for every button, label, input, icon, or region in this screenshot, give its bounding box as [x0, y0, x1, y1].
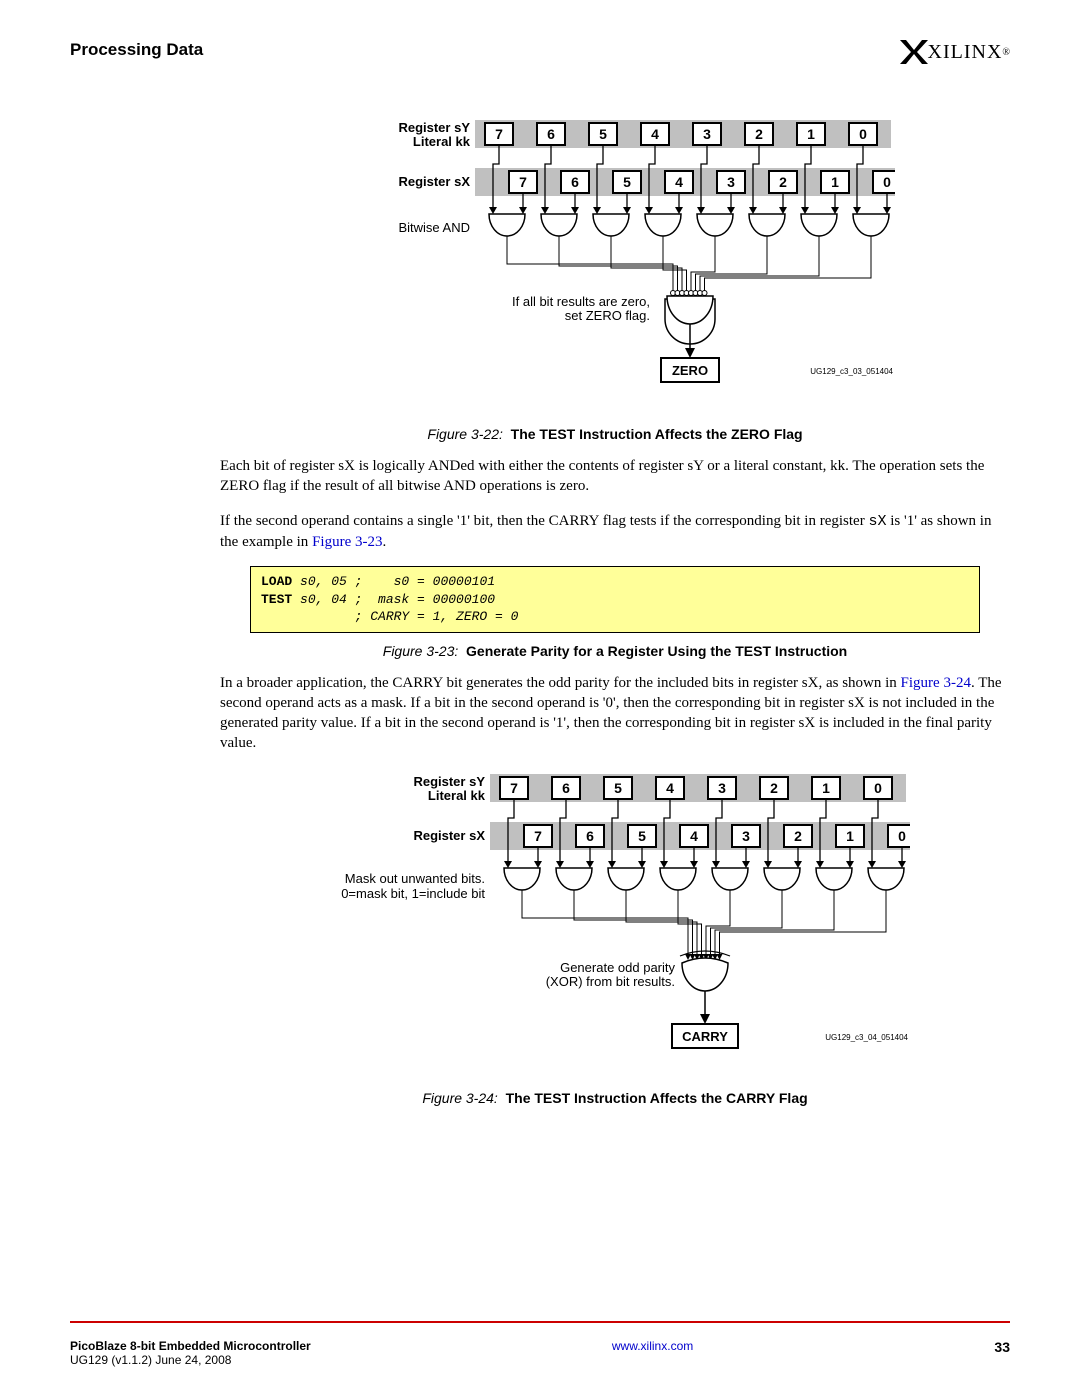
svg-text:5: 5 [599, 126, 607, 142]
paragraph-3: In a broader application, the CARRY bit … [220, 673, 1010, 754]
figure-3-24-caption: Figure 3-24: The TEST Instruction Affect… [220, 1090, 1010, 1106]
svg-text:3: 3 [718, 780, 726, 796]
svg-text:0: 0 [874, 780, 882, 796]
svg-text:5: 5 [623, 174, 631, 190]
document-page: Processing Data XILINX® 7 6 5 4 3 2 1 0 Registe… [0, 0, 1080, 1397]
xilinx-logo-icon [900, 40, 928, 64]
svg-text:If all bit results are zero,: If all bit results are zero, [512, 294, 650, 309]
figure-number: Figure 3-24: [422, 1090, 497, 1106]
svg-text:Generate odd parity: Generate odd parity [560, 960, 675, 975]
svg-text:0: 0 [859, 126, 867, 142]
paragraph-2: If the second operand contains a single … [220, 511, 1010, 553]
svg-text:3: 3 [703, 126, 711, 142]
svg-text:Literal kk: Literal kk [428, 788, 486, 803]
svg-text:Bitwise AND: Bitwise AND [398, 220, 470, 235]
svg-text:4: 4 [690, 828, 698, 844]
svg-text:Register sX: Register sX [398, 174, 470, 189]
svg-text:5: 5 [614, 780, 622, 796]
svg-text:4: 4 [666, 780, 674, 796]
figure-link-3-24[interactable]: Figure 3-24 [901, 675, 971, 691]
svg-text:CARRY: CARRY [682, 1029, 728, 1044]
figure-title: Generate Parity for a Register Using the… [466, 643, 847, 659]
figure-3-24-diagram: 7 6 5 4 3 2 1 0 Register sY Literal kk 7 6 5 4 3 2 1 0… [220, 768, 1010, 1078]
svg-text:5: 5 [638, 828, 646, 844]
svg-text:6: 6 [586, 828, 594, 844]
svg-text:UG129_c3_04_051404: UG129_c3_04_051404 [825, 1033, 908, 1042]
svg-text:ZERO: ZERO [672, 363, 708, 378]
svg-text:3: 3 [742, 828, 750, 844]
figure-number: Figure 3-23: [383, 643, 458, 659]
svg-text:0=mask bit, 1=include bit: 0=mask bit, 1=include bit [341, 886, 485, 901]
svg-text:1: 1 [807, 126, 815, 142]
svg-text:(XOR) from bit results.: (XOR) from bit results. [546, 974, 675, 989]
svg-text:set ZERO flag.: set ZERO flag. [565, 308, 650, 323]
svg-text:Literal kk: Literal kk [413, 134, 471, 149]
svg-text:Mask out unwanted bits.: Mask out unwanted bits. [345, 871, 485, 886]
svg-text:1: 1 [846, 828, 854, 844]
main-content: 7 6 5 4 3 2 1 0 Register sY Literal kk 7 6 5 4 3 2 1 0… [220, 114, 1010, 1106]
svg-text:7: 7 [510, 780, 518, 796]
svg-text:0: 0 [883, 174, 891, 190]
paragraph-1: Each bit of register sX is logically AND… [220, 456, 1010, 497]
figure-number: Figure 3-22: [427, 426, 502, 442]
xilinx-logo-text: XILINX [928, 41, 1003, 64]
svg-text:2: 2 [755, 126, 763, 142]
svg-text:2: 2 [770, 780, 778, 796]
svg-text:6: 6 [571, 174, 579, 190]
svg-text:1: 1 [831, 174, 839, 190]
svg-text:1: 1 [822, 780, 830, 796]
page-footer: PicoBlaze 8-bit Embedded Microcontroller… [70, 1339, 1010, 1367]
section-title: Processing Data [70, 40, 203, 60]
svg-text:2: 2 [794, 828, 802, 844]
svg-text:Register sY: Register sY [413, 774, 485, 789]
svg-text:2: 2 [779, 174, 787, 190]
svg-text:6: 6 [562, 780, 570, 796]
svg-text:3: 3 [727, 174, 735, 190]
svg-text:7: 7 [534, 828, 542, 844]
svg-text:Register sY: Register sY [398, 120, 470, 135]
figure-link-3-23[interactable]: Figure 3-23 [312, 534, 382, 550]
svg-text:7: 7 [495, 126, 503, 142]
svg-text:UG129_c3_03_051404: UG129_c3_03_051404 [810, 367, 893, 376]
figure-3-22-diagram: 7 6 5 4 3 2 1 0 Register sY Literal kk 7 6 5 4 3 2 1 0… [220, 114, 1010, 414]
footer-url[interactable]: www.xilinx.com [612, 1339, 693, 1353]
svg-text:4: 4 [675, 174, 683, 190]
svg-text:7: 7 [519, 174, 527, 190]
page-number: 33 [994, 1339, 1010, 1355]
footer-doc-info: PicoBlaze 8-bit Embedded Microcontroller… [70, 1339, 311, 1367]
registered-mark: ® [1002, 47, 1010, 58]
svg-text:Register sX: Register sX [413, 828, 485, 843]
figure-title: The TEST Instruction Affects the CARRY F… [506, 1090, 808, 1106]
svg-text:4: 4 [651, 126, 659, 142]
figure-title: The TEST Instruction Affects the ZERO Fl… [511, 426, 803, 442]
figure-3-23-caption: Figure 3-23: Generate Parity for a Regis… [220, 643, 1010, 659]
footer-rule [70, 1321, 1010, 1323]
svg-text:6: 6 [547, 126, 555, 142]
figure-3-23-code: LOAD s0, 05 ; s0 = 00000101 TEST s0, 04 … [250, 566, 980, 633]
svg-text:0: 0 [898, 828, 906, 844]
xilinx-logo: XILINX® [900, 40, 1010, 64]
figure-3-22-caption: Figure 3-22: The TEST Instruction Affect… [220, 426, 1010, 442]
page-header: Processing Data XILINX® [70, 40, 1010, 64]
